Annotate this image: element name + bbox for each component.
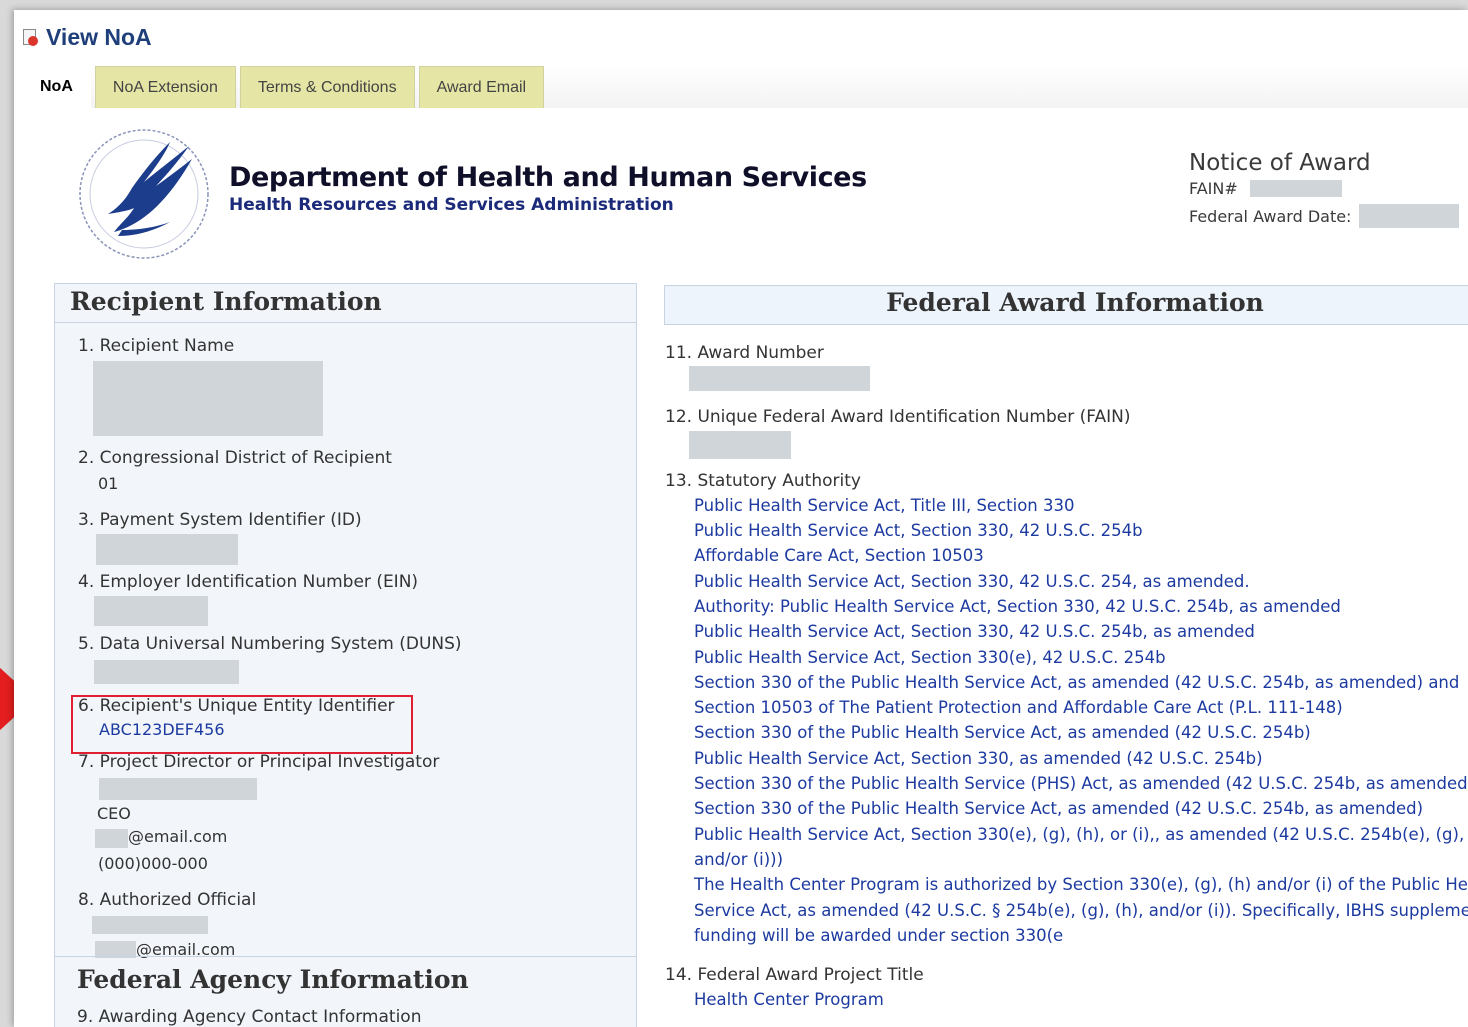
heading-divider <box>55 322 636 323</box>
fain-redacted-value <box>1249 180 1342 197</box>
statutory-authority-line: Public Health Service Act, Section 330, … <box>694 521 1143 540</box>
project-director-label: 7. Project Director or Principal Investi… <box>78 752 440 772</box>
award-date-label: Federal Award Date: <box>1189 206 1352 226</box>
federal-award-information-header: Federal Award Information <box>664 285 1468 325</box>
award-number-label: 11. Award Number <box>665 343 824 363</box>
federal-agency-information-section: Federal Agency Information 9. Awarding A… <box>55 956 636 1027</box>
statutory-authority-line: Service Act, as amended (42 U.S.C. § 254… <box>694 901 1468 920</box>
statutory-authority-line: Section 330 of the Public Health Service… <box>694 774 1468 793</box>
recipient-name-label: 1. Recipient Name <box>78 336 235 356</box>
project-title-label: 14. Federal Award Project Title <box>665 965 924 985</box>
view-noa-window: View NoA NoA NoA Extension Terms & Condi… <box>14 10 1468 1027</box>
statutory-authority-line: Section 330 of the Public Health Service… <box>694 673 1460 692</box>
statutory-authority-line: The Health Center Program is authorized … <box>694 875 1468 894</box>
fain-label: FAIN# <box>1189 179 1238 198</box>
tab-noa[interactable]: NoA <box>14 66 91 108</box>
congressional-district-value: 01 <box>98 474 119 493</box>
tab-noa-extension[interactable]: NoA Extension <box>94 66 236 108</box>
project-director-name-redacted <box>99 778 257 800</box>
congressional-district-label: 2. Congressional District of Recipient <box>78 448 392 468</box>
tab-bar: NoA NoA Extension Terms & Conditions Awa… <box>14 66 1468 108</box>
project-title-value: Health Center Program <box>694 990 884 1009</box>
fain-field-redacted <box>689 431 791 459</box>
statutory-authority-line: Authority: Public Health Service Act, Se… <box>694 597 1341 616</box>
awarding-agency-contact-label: 9. Awarding Agency Contact Information <box>77 1007 422 1027</box>
authorized-official-label: 8. Authorized Official <box>78 890 257 910</box>
statutory-authority-line: Affordable Care Act, Section 10503 <box>694 546 984 565</box>
statutory-authority-line: Section 330 of the Public Health Service… <box>694 723 1311 742</box>
document-seal-icon <box>20 27 40 47</box>
fain-row: FAIN# <box>1189 179 1468 198</box>
statutory-authority-line: Section 10503 of The Patient Protection … <box>694 698 1343 717</box>
statutory-authority-line: Public Health Service Act, Section 330(e… <box>694 825 1468 844</box>
tab-terms-conditions[interactable]: Terms & Conditions <box>239 66 415 108</box>
notice-title: Notice of Award <box>1189 150 1371 176</box>
notice-of-award-header: Notice of Award FAIN# Federal Award Date… <box>1189 150 1468 228</box>
statutory-authority-line: Public Health Service Act, Title III, Se… <box>694 496 1075 515</box>
project-director-email: @email.com <box>128 827 228 846</box>
federal-agency-information-heading: Federal Agency Information <box>77 965 469 994</box>
ein-label: 4. Employer Identification Number (EIN) <box>78 572 419 592</box>
statutory-authority-line: Public Health Service Act, Section 330(e… <box>694 648 1166 667</box>
duns-redacted <box>94 660 239 684</box>
statutory-authority-line: Public Health Service Act, Section 330, … <box>694 749 1263 768</box>
statutory-authority-label: 13. Statutory Authority <box>665 471 861 491</box>
fain-field-label: 12. Unique Federal Award Identification … <box>665 407 1131 427</box>
statutory-authority-line: and/or (i))) <box>694 850 784 869</box>
statutory-authority-line: funding will be awarded under section 33… <box>694 926 1064 945</box>
recipient-information-panel: Recipient Information 1. Recipient Name … <box>54 283 637 1027</box>
payment-system-id-redacted <box>96 534 238 565</box>
award-date-row: Federal Award Date: <box>1189 204 1468 228</box>
uei-label: 6. Recipient's Unique Entity Identifier <box>78 696 395 716</box>
project-director-title: CEO <box>97 804 131 823</box>
agency-name: Health Resources and Services Administra… <box>229 195 674 215</box>
statutory-authority-line: Public Health Service Act, Section 330, … <box>694 622 1255 641</box>
statutory-authority-line: Public Health Service Act, Section 330, … <box>694 572 1250 591</box>
award-date-redacted-value <box>1359 204 1460 228</box>
payment-system-id-label: 3. Payment System Identifier (ID) <box>78 510 362 530</box>
hhs-eagle-seal-icon <box>79 129 209 259</box>
recipient-information-heading: Recipient Information <box>70 287 382 316</box>
window-title-bar: View NoA <box>20 22 152 52</box>
window-title: View NoA <box>46 23 152 50</box>
authorized-official-name-redacted <box>92 916 208 934</box>
federal-award-information-heading: Federal Award Information <box>886 288 1264 317</box>
recipient-name-redacted <box>93 361 323 436</box>
ein-redacted <box>94 596 208 626</box>
award-number-redacted <box>689 366 870 391</box>
project-director-email-user-redacted <box>95 829 128 848</box>
project-director-phone: (000)000-000 <box>98 854 208 873</box>
duns-label: 5. Data Universal Numbering System (DUNS… <box>78 634 462 654</box>
uei-value: ABC123DEF456 <box>99 720 225 739</box>
tab-award-email[interactable]: Award Email <box>418 66 545 108</box>
statutory-authority-line: Section 330 of the Public Health Service… <box>694 799 1424 818</box>
department-name: Department of Health and Human Services <box>229 162 867 193</box>
